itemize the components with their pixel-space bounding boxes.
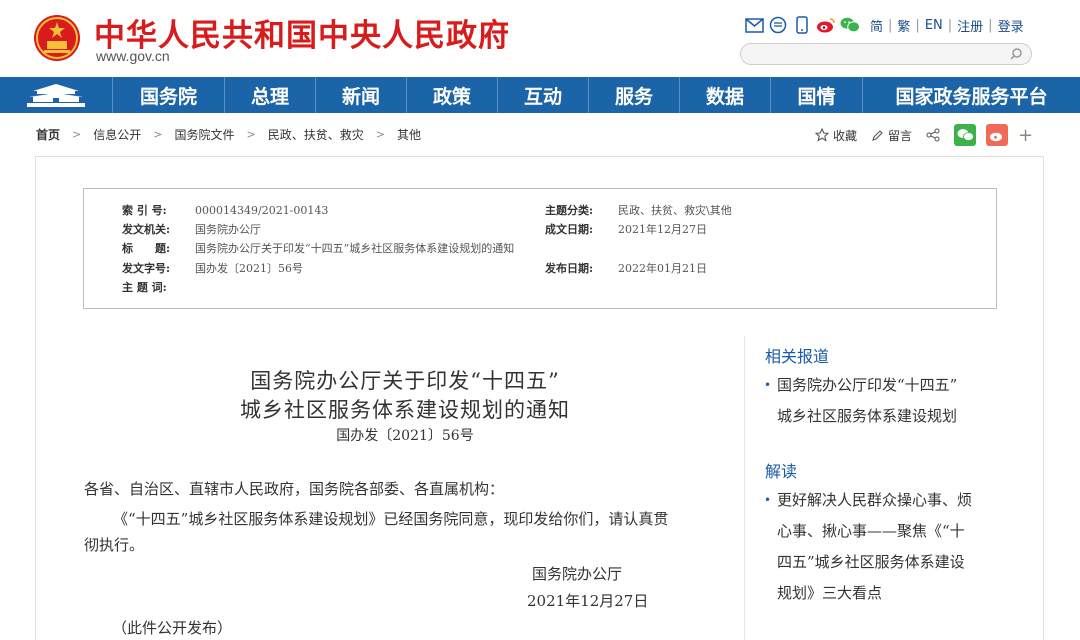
search-input[interactable] xyxy=(751,45,1011,65)
weibo-icon[interactable] xyxy=(816,16,836,34)
index-number-value: 000014349/2021-00143 xyxy=(195,203,329,217)
bullet-icon: • xyxy=(764,378,772,392)
more-share-icon[interactable]: + xyxy=(1018,125,1033,146)
nav-gov-service-platform[interactable]: 国家政务服务平台 xyxy=(863,77,1080,113)
article-salutation: 各省、自治区、直辖市人民政府，国务院各部委、各直属机构： xyxy=(84,480,505,498)
share-icon xyxy=(926,128,940,142)
top-icon-bar xyxy=(744,14,860,36)
separator: | xyxy=(888,18,893,33)
category-value: 民政、扶贫、救灾\其他 xyxy=(618,204,732,217)
share-toolbar: 收藏 留言 + xyxy=(815,124,1033,146)
article-title-line-1: 国务院办公厅关于印发“十四五” xyxy=(250,369,560,393)
article-paragraph-line-1: 《“十四五”城乡社区服务体系建设规划》已经国务院同意，现印发给你们，请认真贯 xyxy=(113,510,669,528)
date-made-label: 成文日期: xyxy=(545,223,594,236)
comment-label: 留言 xyxy=(888,128,913,143)
breadcrumb-state-council-docs[interactable]: 国务院文件 xyxy=(174,126,234,143)
breadcrumb: 首页 > 信息公开 > 国务院文件 > 民政、扶贫、救灾 > 其他 xyxy=(36,126,421,143)
bullet-icon: • xyxy=(764,493,772,507)
chevron-right-icon: > xyxy=(72,128,82,141)
keywords-label: 主 题 词: xyxy=(122,281,167,294)
login-link[interactable]: 登录 xyxy=(998,16,1024,35)
national-emblem-icon[interactable] xyxy=(32,13,82,63)
favorite-button[interactable]: 收藏 xyxy=(815,127,857,144)
site-header: 中华人民共和国中央人民政府 www.gov.cn 简 | 繁 | EN | 注册… xyxy=(0,0,1080,77)
site-url: www.gov.cn xyxy=(96,48,170,64)
separator: | xyxy=(947,18,953,33)
star-icon xyxy=(815,128,829,142)
wechat-icon[interactable] xyxy=(840,16,860,34)
nav-policy[interactable]: 政策 xyxy=(407,77,498,113)
lang-simplified-link[interactable]: 简 xyxy=(870,16,883,35)
document-metadata-table: 索 引 号: 000014349/2021-00143 主题分类: 民政、扶贫、… xyxy=(83,188,997,309)
nav-news[interactable]: 新闻 xyxy=(316,77,407,113)
chat-bubble-icon[interactable] xyxy=(768,16,788,34)
separator: | xyxy=(988,18,993,33)
related-reports-heading: 相关报道 xyxy=(765,347,830,366)
breadcrumb-info-disclosure[interactable]: 信息公开 xyxy=(93,126,141,143)
title-value: 国务院办公厅关于印发“十四五”城乡社区服务体系建设规划的通知 xyxy=(195,242,515,255)
chevron-right-icon: > xyxy=(153,128,163,141)
nav-premier[interactable]: 总理 xyxy=(225,77,316,113)
date-made-value: 2021年12月27日 xyxy=(618,223,707,236)
publish-date-label: 发布日期: xyxy=(545,262,594,275)
mail-icon[interactable] xyxy=(744,16,764,34)
lang-traditional-link[interactable]: 繁 xyxy=(897,16,910,35)
interpretation-item[interactable]: • 更好解决人民群众操心事、烦 心事、揪心事——聚焦《“十 四五”城乡社区服务体… xyxy=(764,485,996,609)
share-button[interactable] xyxy=(926,128,940,142)
tiananmen-logo-icon[interactable] xyxy=(0,77,113,113)
article-sign-date: 2021年12月27日 xyxy=(527,592,649,610)
article-paragraph-line-2: 彻执行。 xyxy=(84,536,145,554)
publish-date-value: 2022年01月21日 xyxy=(618,262,707,275)
nav-services[interactable]: 服务 xyxy=(589,77,680,113)
index-number-label: 索 引 号: xyxy=(122,204,167,217)
sidebar-divider xyxy=(744,336,745,640)
nav-state-council[interactable]: 国务院 xyxy=(113,77,225,113)
mobile-icon[interactable] xyxy=(792,16,812,34)
title-label: 标 题: xyxy=(122,242,171,255)
issuer-value: 国务院办公厅 xyxy=(195,223,261,236)
category-label: 主题分类: xyxy=(545,204,594,217)
favorite-label: 收藏 xyxy=(833,128,858,143)
interpretation-heading: 解读 xyxy=(765,462,798,481)
lang-english-link[interactable]: EN xyxy=(925,18,943,33)
chevron-right-icon: > xyxy=(375,128,385,141)
article-publish-note: （此件公开发布） xyxy=(112,619,233,637)
doc-number-label: 发文字号: xyxy=(122,262,171,275)
pencil-icon xyxy=(872,129,883,141)
chevron-right-icon: > xyxy=(246,128,256,141)
separator: | xyxy=(915,18,920,33)
register-link[interactable]: 注册 xyxy=(957,16,983,35)
article-signature: 国务院办公厅 xyxy=(532,565,623,583)
doc-number-value: 国办发〔2021〕56号 xyxy=(195,262,303,275)
related-report-item[interactable]: • 国务院办公厅印发“十四五” 城乡社区服务体系建设规划 xyxy=(764,370,996,432)
nav-data[interactable]: 数据 xyxy=(680,77,771,113)
search-box xyxy=(740,43,1032,65)
breadcrumb-home[interactable]: 首页 xyxy=(36,126,60,143)
weibo-share-icon[interactable] xyxy=(986,124,1009,146)
nav-national-info[interactable]: 国情 xyxy=(771,77,863,113)
comment-button[interactable]: 留言 xyxy=(871,127,912,144)
article-doc-number: 国办发〔2021〕56号 xyxy=(336,428,474,444)
search-icon[interactable] xyxy=(1009,47,1023,61)
breadcrumb-other[interactable]: 其他 xyxy=(397,126,421,143)
wechat-share-icon[interactable] xyxy=(954,124,977,146)
main-nav: 国务院 总理 新闻 政策 互动 服务 数据 国情 国家政务服务平台 xyxy=(0,77,1080,113)
breadcrumb-civil-affairs[interactable]: 民政、扶贫、救灾 xyxy=(268,126,364,143)
article-title-line-2: 城乡社区服务体系建设规划的通知 xyxy=(240,398,570,422)
language-auth-links: 简 | 繁 | EN | 注册 | 登录 xyxy=(870,16,1024,35)
issuer-label: 发文机关: xyxy=(122,223,171,236)
nav-interaction[interactable]: 互动 xyxy=(498,77,589,113)
